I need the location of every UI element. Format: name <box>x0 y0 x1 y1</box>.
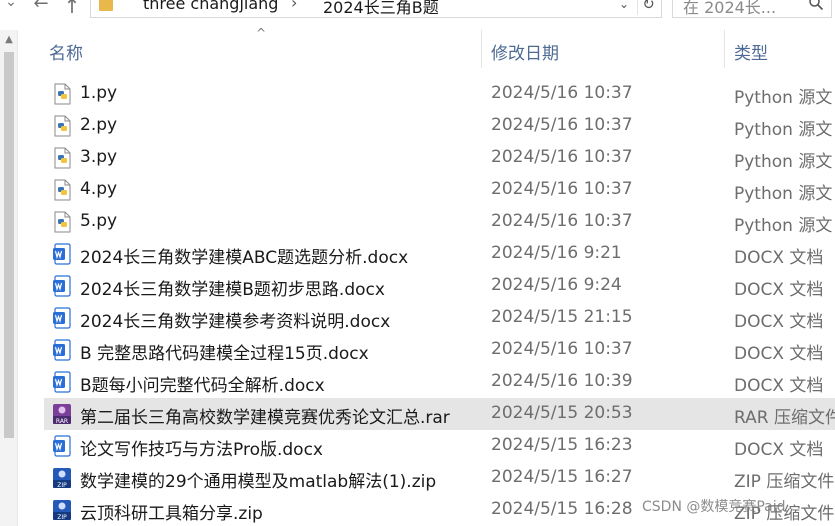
file-row[interactable]: B 完整思路代码建模全过程15页.docx 2024/5/16 10:37 DOCX… <box>44 334 835 366</box>
file-name: 2024长三角数学建模参考资料说明.docx <box>80 312 391 332</box>
word-doc-icon <box>52 371 72 393</box>
word-doc-icon <box>52 435 72 457</box>
python-file-icon <box>52 115 72 137</box>
file-modified-date: 2024/5/16 10:37 <box>491 147 633 167</box>
file-modified-date: 2024/5/15 21:15 <box>491 307 633 327</box>
python-file-icon <box>52 147 72 169</box>
scrollbar-thumb[interactable] <box>4 52 14 438</box>
file-name: 4.py <box>80 179 118 199</box>
file-modified-date: 2024/5/16 10:37 <box>491 115 633 135</box>
file-name: 3.py <box>80 147 118 167</box>
file-name: B 完整思路代码建模全过程15页.docx <box>80 344 369 364</box>
file-type: DOCX 文档 <box>734 344 824 364</box>
file-modified-date: 2024/5/16 10:39 <box>491 371 633 391</box>
scroll-up-icon[interactable]: ▲ <box>2 34 16 48</box>
file-list: 1.py 2024/5/16 10:37 Python 源文 2.py 2024/5/1… <box>44 78 835 526</box>
word-doc-icon <box>52 339 72 361</box>
file-name: 2.py <box>80 115 118 135</box>
file-type: DOCX 文档 <box>734 248 824 268</box>
file-row[interactable]: ZIP 数学建模的29个通用模型及matlab解法(1).zip 2024/5/15… <box>44 462 835 494</box>
file-type: DOCX 文档 <box>734 376 824 396</box>
rar-archive-icon: RAR <box>52 403 72 425</box>
file-name: 1.py <box>80 83 118 103</box>
file-name: 2024长三角数学建模ABC题选题分析.docx <box>80 248 409 268</box>
folder-icon <box>99 0 113 11</box>
refresh-icon[interactable]: ↻ <box>637 0 659 15</box>
up-arrow-icon[interactable]: ↑ <box>60 0 84 18</box>
search-placeholder: 在 2024长... <box>683 0 777 17</box>
file-name: 2024长三角数学建模B题初步思路.docx <box>80 280 385 300</box>
svg-text:RAR: RAR <box>56 418 68 425</box>
file-type: Python 源文 <box>734 152 833 172</box>
back-arrow-icon[interactable]: ← <box>30 0 52 17</box>
file-row[interactable]: 2024长三角数学建模参考资料说明.docx 2024/5/15 21:15 DOC… <box>44 302 835 334</box>
file-modified-date: 2024/5/16 10:37 <box>491 339 633 359</box>
search-icon[interactable] <box>807 0 825 15</box>
zip-archive-icon: ZIP <box>52 467 72 489</box>
breadcrumb-separator[interactable]: › <box>291 0 297 12</box>
svg-text:ZIP: ZIP <box>57 514 67 521</box>
file-row[interactable]: 2.py 2024/5/16 10:37 Python 源文 <box>44 110 835 142</box>
navigation-pane-scrollbar[interactable]: ▲ <box>0 30 18 526</box>
file-type: DOCX 文档 <box>734 440 824 460</box>
file-type: DOCX 文档 <box>734 280 824 300</box>
file-modified-date: 2024/5/15 16:28 <box>491 499 633 519</box>
python-file-icon <box>52 179 72 201</box>
watermark: CSDN @数模竞赛Paid <box>642 499 786 515</box>
zip-archive-icon: ZIP <box>52 499 72 521</box>
word-doc-icon <box>52 275 72 297</box>
file-row[interactable]: 1.py 2024/5/16 10:37 Python 源文 <box>44 78 835 110</box>
file-row[interactable]: RAR 第二届长三角高校数学建模竞赛优秀论文汇总.rar 2024/5/15 20:… <box>44 398 835 430</box>
file-row[interactable]: 3.py 2024/5/16 10:37 Python 源文 <box>44 142 835 174</box>
file-type: RAR 压缩文件 <box>734 408 835 428</box>
breadcrumb-parent[interactable]: three changjiang <box>143 0 278 13</box>
column-divider[interactable] <box>481 30 482 68</box>
file-row[interactable]: 4.py 2024/5/16 10:37 Python 源文 <box>44 174 835 206</box>
file-modified-date: 2024/5/16 10:37 <box>491 179 633 199</box>
file-name: 论文写作技巧与方法Pro版.docx <box>80 440 323 460</box>
file-modified-date: 2024/5/16 10:37 <box>491 211 633 231</box>
word-doc-icon <box>52 243 72 265</box>
column-divider[interactable] <box>724 30 725 68</box>
file-name: 云顶科研工具箱分享.zip <box>80 504 263 524</box>
file-type: DOCX 文档 <box>734 312 824 332</box>
word-doc-icon <box>52 307 72 329</box>
file-modified-date: 2024/5/15 16:23 <box>491 435 633 455</box>
dropdown-icon[interactable]: ⌄ <box>615 0 633 15</box>
file-row[interactable]: B题每小问完整代码全解析.docx 2024/5/16 10:39 DOCX 文档 <box>44 366 835 398</box>
file-row[interactable]: 5.py 2024/5/16 10:37 Python 源文 <box>44 206 835 238</box>
column-header-type[interactable]: 类型 <box>734 39 768 64</box>
file-type: ZIP 压缩文件 <box>734 472 835 492</box>
python-file-icon <box>52 83 72 105</box>
file-name: B题每小问完整代码全解析.docx <box>80 376 325 396</box>
file-type: Python 源文 <box>734 184 833 204</box>
file-modified-date: 2024/5/16 9:21 <box>491 243 622 263</box>
file-row[interactable]: 2024长三角数学建模ABC题选题分析.docx 2024/5/16 9:21 DO… <box>44 238 835 270</box>
file-modified-date: 2024/5/16 10:37 <box>491 83 633 103</box>
address-bar[interactable]: three changjiang › 2024长三角B题 ⌄ ↻ <box>90 0 662 18</box>
file-type: Python 源文 <box>734 88 833 108</box>
column-header-name[interactable]: 名称 <box>49 39 83 64</box>
file-modified-date: 2024/5/16 9:24 <box>491 275 622 295</box>
file-row[interactable]: 2024长三角数学建模B题初步思路.docx 2024/5/16 9:24 DOCX… <box>44 270 835 302</box>
file-name: 数学建模的29个通用模型及matlab解法(1).zip <box>80 472 437 492</box>
file-type: Python 源文 <box>734 120 833 140</box>
svg-text:ZIP: ZIP <box>57 482 67 489</box>
file-type: Python 源文 <box>734 216 833 236</box>
search-input[interactable]: 在 2024长... <box>672 0 832 18</box>
file-row[interactable]: 论文写作技巧与方法Pro版.docx 2024/5/15 16:23 DOCX 文档 <box>44 430 835 462</box>
file-modified-date: 2024/5/15 16:27 <box>491 467 633 487</box>
column-header-row: ^ 名称 修改日期 类型 <box>44 26 835 70</box>
python-file-icon <box>52 211 72 233</box>
file-name: 5.py <box>80 211 118 231</box>
file-name: 第二届长三角高校数学建模竞赛优秀论文汇总.rar <box>80 408 450 428</box>
sort-ascending-icon: ^ <box>255 26 267 40</box>
breadcrumb-current[interactable]: 2024长三角B题 <box>323 0 439 18</box>
column-header-date[interactable]: 修改日期 <box>491 39 559 64</box>
file-modified-date: 2024/5/15 20:53 <box>491 403 633 423</box>
address-toolbar: ⌄ ← ↑ three changjiang › 2024长三角B题 ⌄ ↻ 在… <box>0 0 835 22</box>
chevron-down-icon[interactable]: ⌄ <box>0 0 22 16</box>
